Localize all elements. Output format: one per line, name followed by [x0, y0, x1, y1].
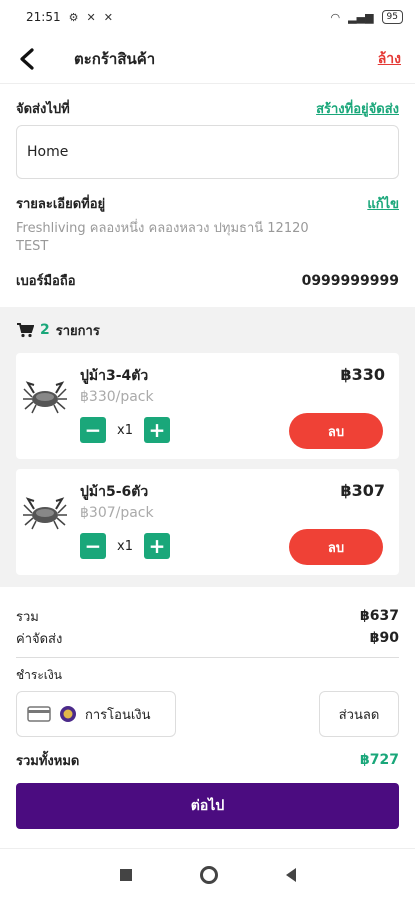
notification-icon: ✕: [103, 10, 113, 24]
delete-item-button[interactable]: ลบ: [289, 529, 383, 565]
address-line: Freshliving คลองหนึ่ง คลองหลวง ปทุมธานี …: [16, 221, 309, 236]
address-detail: Freshliving คลองหนึ่ง คลองหลวง ปทุมธานี …: [16, 220, 399, 256]
item-price: ฿307: [340, 481, 385, 500]
address-detail-label: รายละเอียดที่อยู่: [16, 197, 106, 212]
credit-card-icon: [27, 706, 51, 722]
subtotal-label: รวม: [16, 609, 39, 625]
phone-label: เบอร์มือถือ: [16, 274, 76, 289]
address-note: TEST: [16, 239, 49, 254]
subtotal-value: ฿637: [360, 608, 399, 624]
cart-items-label: รายการ: [55, 323, 100, 339]
cart-section: 2 รายการ ปูม้า3-4ตัว ฿330/pack ฿330 − x1…: [0, 307, 415, 587]
chevron-left-icon: [20, 47, 34, 70]
notification-icon: ✕: [86, 10, 96, 24]
page-title: ตะกร้าสินค้า: [74, 49, 156, 68]
crab-product-image: [23, 381, 67, 414]
divider: [16, 657, 399, 658]
item-unit-price: ฿330/pack: [80, 389, 154, 405]
payment-label: ชำระเงิน: [16, 668, 62, 682]
increase-qty-button[interactable]: +: [144, 417, 170, 443]
settings-icon: ⚙: [68, 10, 79, 24]
increase-qty-button[interactable]: +: [144, 533, 170, 559]
payment-method-select[interactable]: การโอนเงิน: [16, 691, 176, 737]
back-button[interactable]: [18, 44, 48, 74]
cart-count: 2: [40, 322, 50, 338]
status-bar: 21:51 ⚙ ✕ ✕ ◠ ▂▄▆ 95: [0, 0, 415, 34]
edit-address-link[interactable]: แก้ไข: [367, 193, 399, 214]
order-summary: รวม ฿637 ค่าจัดส่ง ฿90 ชำระเงิน การโอนเง…: [0, 605, 415, 829]
status-time: 21:51: [26, 10, 61, 24]
item-price: ฿330: [340, 365, 385, 384]
back-icon[interactable]: [285, 867, 296, 882]
cart-summary: 2 รายการ: [16, 317, 399, 343]
next-button[interactable]: ต่อไป: [16, 783, 399, 829]
total-label: รวมทั้งหมด: [16, 753, 80, 769]
item-unit-price: ฿307/pack: [80, 505, 154, 521]
quantity-value: x1: [117, 422, 133, 438]
wifi-icon: ◠: [330, 10, 341, 24]
quantity-value: x1: [117, 538, 133, 554]
crab-product-image: [23, 497, 67, 530]
plus-icon: +: [148, 418, 166, 442]
shipping-fee-label: ค่าจัดส่ง: [16, 631, 63, 647]
quantity-stepper: − x1 +: [80, 417, 170, 443]
plus-icon: +: [148, 534, 166, 558]
decrease-qty-button[interactable]: −: [80, 533, 106, 559]
signal-icon: ▂▄▆: [348, 10, 374, 24]
app-header: ตะกร้าสินค้า ล้าง: [0, 34, 415, 84]
cart-item: ปูม้า3-4ตัว ฿330/pack ฿330 − x1 + ลบ: [16, 353, 399, 459]
bank-logo-icon: [60, 706, 76, 722]
clear-cart-button[interactable]: ล้าง: [378, 48, 401, 70]
shipping-section: จัดส่งไปที่ สร้างที่อยู่จัดส่ง Home รายล…: [0, 98, 415, 307]
battery-icon: 95: [381, 10, 403, 24]
minus-icon: −: [84, 418, 102, 442]
decrease-qty-button[interactable]: −: [80, 417, 106, 443]
ship-to-label: จัดส่งไปที่: [16, 102, 70, 117]
item-name: ปูม้า3-4ตัว: [80, 368, 149, 384]
delete-item-button[interactable]: ลบ: [289, 413, 383, 449]
quantity-stepper: − x1 +: [80, 533, 170, 559]
payment-method-label: การโอนเงิน: [85, 707, 151, 723]
cart-icon: [17, 323, 34, 338]
item-name: ปูม้า5-6ตัว: [80, 484, 149, 500]
total-value: ฿727: [360, 752, 399, 768]
home-icon[interactable]: [199, 865, 218, 884]
recent-apps-icon[interactable]: [119, 868, 132, 881]
minus-icon: −: [84, 534, 102, 558]
system-nav-bar: [0, 848, 415, 900]
phone-value: 0999999999: [301, 272, 399, 289]
discount-button[interactable]: ส่วนลด: [319, 691, 399, 737]
shipping-fee-value: ฿90: [369, 630, 399, 646]
create-address-link[interactable]: สร้างที่อยู่จัดส่ง: [316, 98, 399, 119]
cart-item: ปูม้า5-6ตัว ฿307/pack ฿307 − x1 + ลบ: [16, 469, 399, 575]
address-select[interactable]: Home: [16, 125, 399, 179]
